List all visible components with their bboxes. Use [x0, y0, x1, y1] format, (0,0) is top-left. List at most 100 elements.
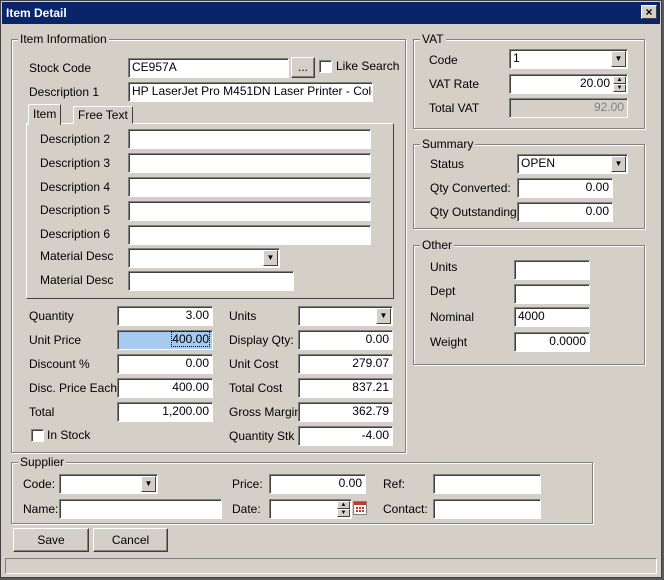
vat-rate-field[interactable]: 20.00 ▲ ▼	[509, 74, 628, 94]
supplier-contact-label: Contact:	[383, 502, 428, 516]
save-button[interactable]: Save	[13, 528, 89, 552]
supplier-title: Supplier	[18, 455, 67, 469]
description3-field[interactable]	[128, 153, 371, 173]
item-detail-window: Item Detail × Item Information Stock Cod…	[0, 0, 662, 578]
spin-up-icon[interactable]: ▲	[337, 501, 350, 509]
quantity-stk-field[interactable]: -4.00	[298, 426, 393, 446]
dept-field[interactable]	[514, 284, 590, 304]
status-value: OPEN	[521, 156, 556, 170]
title-bar[interactable]: Item Detail ×	[2, 2, 660, 24]
item-information-title: Item Information	[18, 32, 109, 46]
chevron-down-icon[interactable]: ▼	[611, 156, 626, 172]
units-select[interactable]: ▼	[298, 306, 393, 326]
qty-converted-field[interactable]: 0.00	[517, 178, 613, 198]
material-desc-select-label: Material Desc	[40, 249, 114, 263]
cancel-button[interactable]: Cancel	[93, 528, 168, 552]
description6-field[interactable]	[128, 225, 371, 245]
tab-item[interactable]: Item	[28, 104, 62, 125]
chevron-down-icon[interactable]: ▼	[611, 51, 626, 67]
total-vat-label: Total VAT	[429, 101, 480, 115]
discount-label: Discount %	[29, 357, 90, 371]
nominal-field[interactable]: 4000	[514, 307, 590, 327]
status-bar	[5, 558, 657, 574]
vat-code-select[interactable]: 1 ▼	[509, 49, 628, 69]
unit-price-value: 400.00	[171, 331, 210, 347]
quantity-stk-label: Quantity Stk	[229, 429, 295, 443]
quantity-label: Quantity	[29, 309, 74, 323]
supplier-ref-field[interactable]	[433, 474, 541, 494]
summary-title: Summary	[420, 137, 476, 151]
supplier-ref-label: Ref:	[383, 477, 406, 491]
tab-free-text[interactable]: Free Text	[73, 106, 133, 124]
description5-field[interactable]	[128, 201, 371, 221]
description2-label: Description 2	[40, 132, 111, 146]
vat-title: VAT	[420, 32, 446, 46]
chevron-down-icon[interactable]: ▼	[376, 308, 391, 324]
supplier-name-field[interactable]	[59, 499, 222, 519]
description3-label: Description 3	[40, 156, 111, 170]
unit-cost-label: Unit Cost	[229, 357, 279, 371]
in-stock-checkbox[interactable]	[31, 429, 44, 442]
display-qty-field[interactable]: 0.00	[298, 330, 393, 350]
other-title: Other	[420, 238, 455, 252]
units-label: Units	[229, 309, 257, 323]
disc-price-each-field[interactable]: 400.00	[117, 378, 213, 398]
supplier-code-label: Code:	[23, 477, 56, 491]
in-stock-label: In Stock	[47, 428, 91, 442]
supplier-name-label: Name:	[23, 502, 59, 516]
weight-label: Weight	[430, 335, 468, 349]
qty-outstanding-label: Qty Outstanding:	[430, 205, 521, 219]
spin-down-icon[interactable]: ▼	[613, 84, 626, 92]
dept-label: Dept	[430, 284, 456, 298]
total-vat-field: 92.00	[509, 98, 628, 118]
vat-rate-value: 20.00	[579, 76, 610, 90]
total-cost-field[interactable]: 837.21	[298, 378, 393, 398]
quantity-field[interactable]: 3.00	[117, 306, 213, 326]
like-search-checkbox[interactable]	[319, 60, 332, 73]
description5-label: Description 5	[40, 203, 111, 217]
description4-field[interactable]	[128, 177, 371, 197]
material-desc-text-field[interactable]	[128, 271, 294, 291]
description4-label: Description 4	[40, 180, 111, 194]
material-desc-select[interactable]: ▼	[128, 248, 280, 268]
vat-code-value: 1	[513, 51, 520, 65]
unit-cost-field[interactable]: 279.07	[298, 354, 393, 374]
gross-margin-label: Gross Margin	[229, 405, 302, 419]
supplier-price-label: Price:	[232, 477, 263, 491]
unit-price-field[interactable]: 400.00	[117, 330, 213, 350]
spin-up-icon[interactable]: ▲	[613, 76, 626, 84]
description1-field[interactable]: HP LaserJet Pro M451DN Laser Printer - C…	[128, 82, 373, 102]
vat-rate-spinner[interactable]: ▲ ▼	[613, 76, 626, 92]
spin-down-icon[interactable]: ▼	[337, 509, 350, 517]
other-units-label: Units	[430, 260, 458, 274]
gross-margin-field[interactable]: 362.79	[298, 402, 393, 422]
qty-outstanding-field[interactable]: 0.00	[517, 202, 613, 222]
supplier-code-select[interactable]: ▼	[59, 474, 158, 494]
total-field[interactable]: 1,200.00	[117, 402, 213, 422]
description1-label: Description 1	[29, 85, 100, 99]
supplier-date-field[interactable]: ▲ ▼	[269, 499, 352, 519]
calendar-icon[interactable]	[353, 501, 367, 515]
qty-converted-label: Qty Converted:	[430, 181, 511, 195]
stock-code-field[interactable]: CE957A	[128, 58, 289, 78]
description2-field[interactable]	[128, 129, 371, 149]
total-cost-label: Total Cost	[229, 381, 283, 395]
material-desc-text-label: Material Desc	[40, 273, 114, 287]
stock-code-label: Stock Code	[29, 61, 92, 75]
supplier-date-spinner[interactable]: ▲ ▼	[337, 501, 350, 517]
chevron-down-icon[interactable]: ▼	[263, 250, 278, 266]
nominal-label: Nominal	[430, 310, 475, 324]
stock-code-browse-button[interactable]: ...	[291, 57, 315, 78]
status-label: Status	[430, 157, 465, 171]
close-button[interactable]: ×	[641, 5, 657, 19]
discount-field[interactable]: 0.00	[117, 354, 213, 374]
like-search-label: Like Search	[336, 59, 400, 73]
total-label: Total	[29, 405, 55, 419]
other-units-field[interactable]	[514, 260, 590, 280]
chevron-down-icon[interactable]: ▼	[141, 476, 156, 492]
supplier-price-field[interactable]: 0.00	[269, 474, 366, 494]
status-select[interactable]: OPEN ▼	[517, 154, 628, 174]
supplier-contact-field[interactable]	[433, 499, 541, 519]
weight-field[interactable]: 0.0000	[514, 332, 590, 352]
display-qty-label: Display Qty:	[229, 333, 294, 347]
